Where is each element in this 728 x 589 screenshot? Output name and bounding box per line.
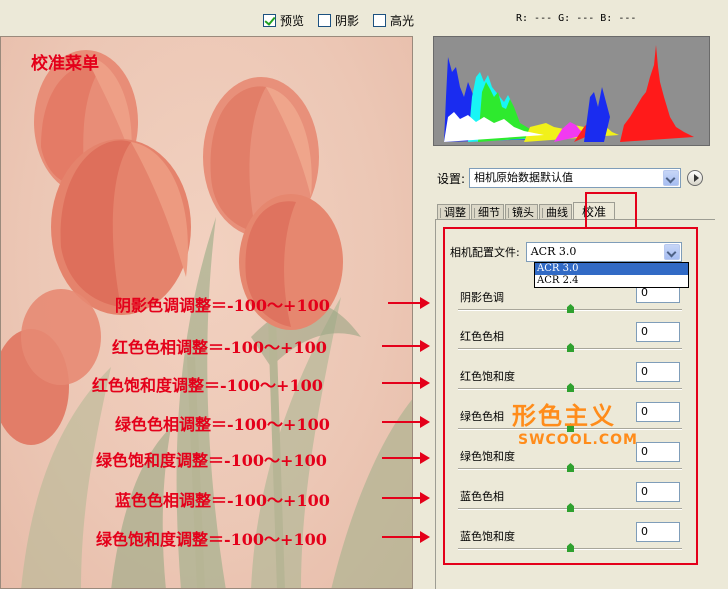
annotation-label: 绿色饱和度调整＝-100～+100 (96, 451, 327, 470)
shadows-checkbox[interactable]: 阴影 (318, 12, 359, 28)
rgb-readout: R: --- G: --- B: --- (516, 13, 637, 24)
preview-checkbox[interactable]: 预览 (263, 12, 304, 28)
annotation-arrow (382, 340, 430, 352)
tab-lens[interactable]: 镜头 (505, 204, 538, 220)
chevron-down-icon[interactable] (663, 170, 680, 186)
annotation-arrow (382, 492, 430, 504)
settings-select[interactable]: 相机原始数据默认值 (469, 168, 682, 188)
annotation-label: 绿色色相调整＝-100～+100 (115, 415, 330, 434)
shadows-checkbox-label: 阴影 (335, 13, 360, 28)
highlights-checkbox-label: 高光 (390, 13, 415, 28)
settings-menu-icon[interactable] (687, 170, 704, 186)
tab-highlight-frame (585, 192, 637, 229)
shadows-checkbox-box[interactable] (318, 13, 331, 27)
watermark-logo: 形色主义 SWCOOL.COM (512, 396, 642, 458)
tab-detail[interactable]: 细节 (471, 204, 504, 220)
annotation-arrow (382, 377, 430, 389)
settings-select-value: 相机原始数据默认值 (474, 171, 574, 184)
settings-label: 设置: (437, 171, 466, 186)
annotation-label: 红色色相调整＝-100～+100 (112, 338, 327, 357)
settings-row: 设置: 相机原始数据默认值 (437, 168, 707, 188)
annotation-arrow (382, 452, 430, 464)
annotation-arrow (382, 531, 430, 543)
preview-checkbox-box[interactable] (263, 13, 276, 27)
top-toolbar: 预览 阴影 高光 R: --- G: --- B: --- (0, 0, 728, 36)
histogram (433, 36, 710, 146)
histogram-graph (444, 45, 694, 142)
tab-curve[interactable]: 曲线 (539, 204, 572, 220)
annotation-label: 红色饱和度调整＝-100～+100 (92, 376, 323, 395)
annotation-arrow (388, 297, 430, 309)
annotation-label: 阴影色调调整＝-100～+100 (115, 296, 330, 315)
annotation-label: 绿色饱和度调整＝-100～+100 (96, 530, 327, 549)
tab-adjust[interactable]: 调整 (437, 204, 470, 220)
highlights-checkbox[interactable]: 高光 (373, 12, 414, 28)
annotation-arrow (382, 416, 430, 428)
preview-checkbox-label: 预览 (280, 13, 305, 28)
highlights-checkbox-box[interactable] (373, 13, 386, 27)
watermark-logo-text: 形色主义 (512, 401, 616, 430)
overlay-title: 校准菜单 (31, 54, 99, 74)
watermark-site-text: SWCOOL.COM (518, 432, 638, 448)
annotation-label: 蓝色色相调整＝-100～+100 (115, 491, 330, 510)
